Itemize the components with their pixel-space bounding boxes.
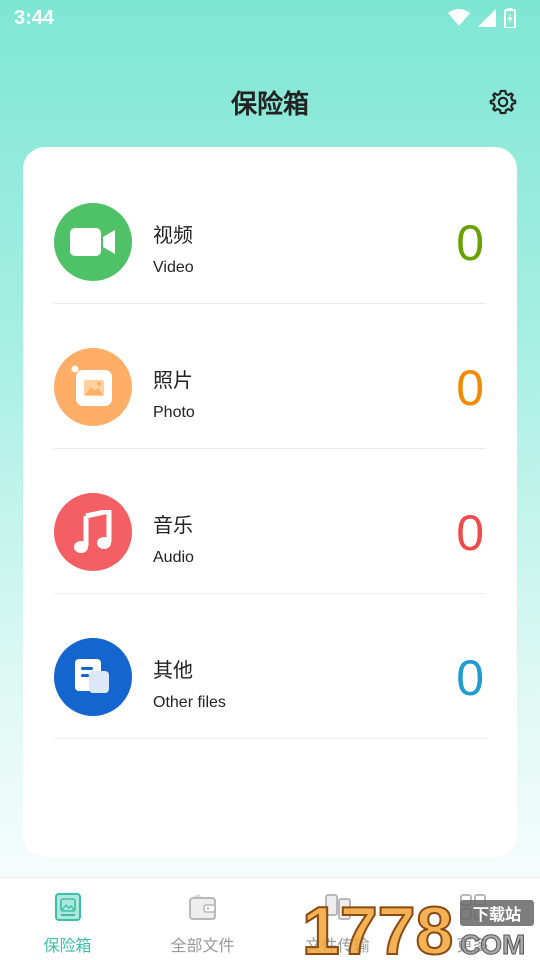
vault-item-audio[interactable]: 音乐 Audio 0 (54, 449, 486, 594)
photo-icon-circle (54, 348, 132, 426)
item-subtitle: Photo (153, 404, 195, 421)
photo-icon (71, 365, 112, 406)
folder-icon (188, 892, 218, 922)
item-count: 0 (456, 360, 484, 416)
nav-label: 全部文件 (170, 938, 235, 955)
battery-icon (504, 8, 516, 28)
vault-item-video[interactable]: 视频 Video 0 (54, 159, 486, 304)
header: 保险箱 (0, 72, 540, 132)
item-subtitle: Video (153, 259, 194, 276)
nav-tab-more[interactable]: 更多 (405, 878, 540, 960)
item-title: 音乐 (153, 515, 193, 537)
document-icon (75, 659, 109, 693)
music-icon-circle (54, 493, 132, 571)
item-count: 0 (456, 650, 484, 706)
nav-tab-transfer[interactable]: 文件传输 (270, 878, 405, 960)
video-icon-circle (54, 203, 132, 281)
vault-card: 视频 Video 0 照片 Photo 0 音乐 Audio 0 其他 Othe… (23, 147, 517, 857)
nav-tab-all-files[interactable]: 全部文件 (135, 878, 270, 960)
music-note-icon (74, 510, 112, 553)
nav-label: 保险箱 (43, 938, 92, 955)
cellular-signal-icon (478, 9, 496, 27)
transfer-icon (323, 892, 353, 922)
item-title: 其他 (153, 660, 193, 682)
item-subtitle: Audio (153, 549, 194, 566)
settings-button[interactable] (488, 87, 518, 117)
document-icon-circle (54, 638, 132, 716)
item-count: 0 (456, 505, 484, 561)
item-count: 0 (456, 215, 484, 271)
nav-label: 文件传输 (305, 938, 370, 955)
vault-item-photo[interactable]: 照片 Photo 0 (54, 304, 486, 449)
video-camera-icon (70, 228, 115, 256)
status-icons (448, 8, 516, 28)
item-title: 视频 (153, 225, 193, 247)
nav-tab-vault[interactable]: 保险箱 (0, 878, 135, 960)
status-bar: 3:44 (0, 0, 540, 36)
item-subtitle: Other files (153, 694, 226, 711)
nav-label: 更多 (456, 938, 489, 955)
bottom-nav: 保险箱 全部文件 文件传输 更多 (0, 877, 540, 960)
item-title: 照片 (153, 370, 193, 392)
more-icon (458, 892, 488, 922)
status-time: 3:44 (14, 6, 55, 29)
wifi-icon (448, 9, 470, 26)
vault-icon (53, 892, 83, 922)
gear-icon (489, 89, 517, 115)
page-title: 保险箱 (230, 88, 309, 119)
vault-item-other[interactable]: 其他 Other files 0 (54, 594, 486, 739)
